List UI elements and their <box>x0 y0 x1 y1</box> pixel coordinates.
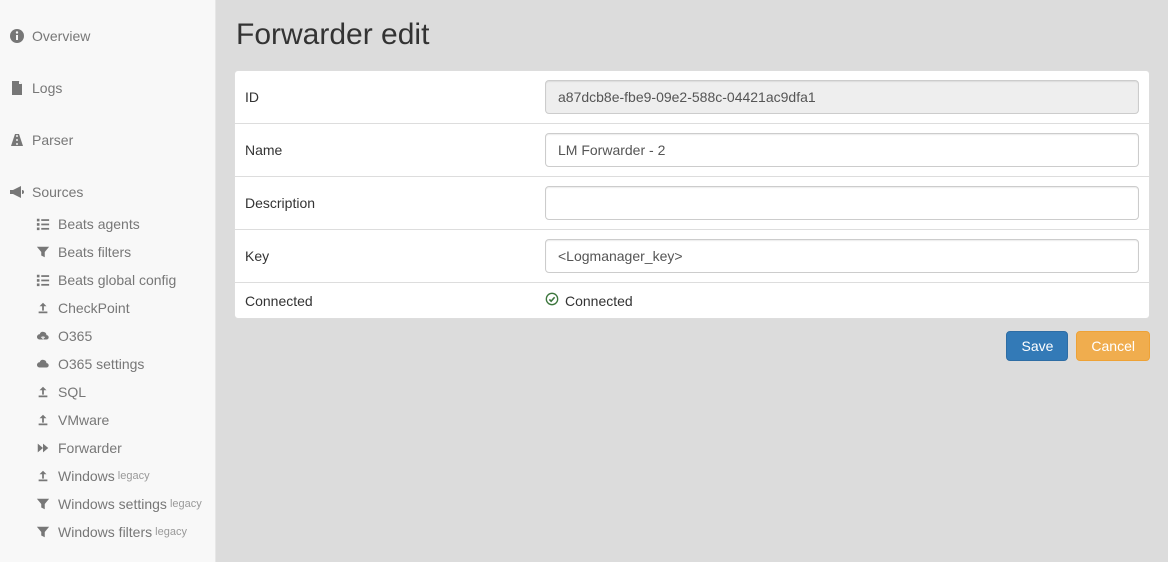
save-button[interactable]: Save <box>1006 331 1068 361</box>
sidebar-item-label: SQL <box>58 384 86 400</box>
sidebar-item-windows-filters[interactable]: Windows filters legacy <box>30 518 215 546</box>
filter-icon <box>34 497 52 511</box>
key-label: Key <box>245 248 545 264</box>
cancel-button[interactable]: Cancel <box>1076 331 1150 361</box>
road-icon <box>8 132 26 148</box>
sidebar-item-label: Overview <box>32 28 90 44</box>
id-label: ID <box>245 89 545 105</box>
sidebar-item-label: Beats global config <box>58 272 176 288</box>
sidebar-item-label: Parser <box>32 132 73 148</box>
sidebar-item-label: Beats filters <box>58 244 131 260</box>
sidebar-item-beats-agents[interactable]: Beats agents <box>30 210 215 238</box>
sidebar-item-o365-settings[interactable]: O365 settings <box>30 350 215 378</box>
name-label: Name <box>245 142 545 158</box>
upload-icon <box>34 413 52 427</box>
sidebar-item-sources[interactable]: Sources <box>0 174 215 210</box>
sidebar-item-forwarder[interactable]: Forwarder <box>30 434 215 462</box>
sidebar-item-windows-settings[interactable]: Windows settings legacy <box>30 490 215 518</box>
form-panel: ID Name Description Key Connected <box>234 70 1150 319</box>
form-row-connected: Connected Connected <box>235 283 1149 318</box>
sidebar-item-sql[interactable]: SQL <box>30 378 215 406</box>
sidebar-item-label: VMware <box>58 412 109 428</box>
info-circle-icon <box>8 28 26 44</box>
legacy-badge: legacy <box>155 526 187 538</box>
cloud-download-icon <box>34 329 52 343</box>
cloud-icon <box>34 357 52 371</box>
form-row-id: ID <box>235 71 1149 124</box>
bullhorn-icon <box>8 184 26 200</box>
sidebar-item-o365[interactable]: O365 <box>30 322 215 350</box>
sidebar-item-label: O365 settings <box>58 356 144 372</box>
connected-label: Connected <box>245 293 545 309</box>
connected-status-text: Connected <box>565 293 633 309</box>
sidebar-item-label: O365 <box>58 328 92 344</box>
sidebar-item-windows[interactable]: Windows legacy <box>30 462 215 490</box>
sidebar-item-checkpoint[interactable]: CheckPoint <box>30 294 215 322</box>
name-field[interactable] <box>545 133 1139 167</box>
id-field <box>545 80 1139 114</box>
sidebar-item-parser[interactable]: Parser <box>0 122 215 158</box>
key-field[interactable] <box>545 239 1139 273</box>
sidebar-item-label: Windows filters <box>58 524 152 540</box>
sidebar-item-label: Sources <box>32 184 83 200</box>
description-field[interactable] <box>545 186 1139 220</box>
content-area: Forwarder edit ID Name Description Key <box>216 0 1168 562</box>
upload-icon <box>34 385 52 399</box>
sidebar-item-label: CheckPoint <box>58 300 130 316</box>
upload-icon <box>34 301 52 315</box>
sidebar-item-label: Windows settings <box>58 496 167 512</box>
legacy-badge: legacy <box>118 470 150 482</box>
sidebar-item-label: Windows <box>58 468 115 484</box>
check-circle-icon <box>545 292 559 309</box>
upload-icon <box>34 469 52 483</box>
forward-icon <box>34 441 52 455</box>
sidebar: Overview Logs Parser Sources Beats agent… <box>0 0 216 562</box>
page-title: Forwarder edit <box>236 18 1150 52</box>
form-row-key: Key <box>235 230 1149 283</box>
file-icon <box>8 80 26 96</box>
sidebar-submenu-sources: Beats agents Beats filters Beats global … <box>0 210 215 546</box>
sidebar-item-label: Logs <box>32 80 62 96</box>
list-icon <box>34 217 52 231</box>
form-row-description: Description <box>235 177 1149 230</box>
sidebar-item-label: Beats agents <box>58 216 140 232</box>
filter-icon <box>34 525 52 539</box>
button-row: Save Cancel <box>234 319 1150 391</box>
sidebar-item-beats-filters[interactable]: Beats filters <box>30 238 215 266</box>
filter-icon <box>34 245 52 259</box>
sidebar-item-logs[interactable]: Logs <box>0 70 215 106</box>
list-icon <box>34 273 52 287</box>
sidebar-item-label: Forwarder <box>58 440 122 456</box>
description-label: Description <box>245 195 545 211</box>
sidebar-item-beats-global-config[interactable]: Beats global config <box>30 266 215 294</box>
sidebar-item-overview[interactable]: Overview <box>0 18 215 54</box>
legacy-badge: legacy <box>170 498 202 510</box>
form-row-name: Name <box>235 124 1149 177</box>
sidebar-item-vmware[interactable]: VMware <box>30 406 215 434</box>
connected-status: Connected <box>545 292 633 309</box>
